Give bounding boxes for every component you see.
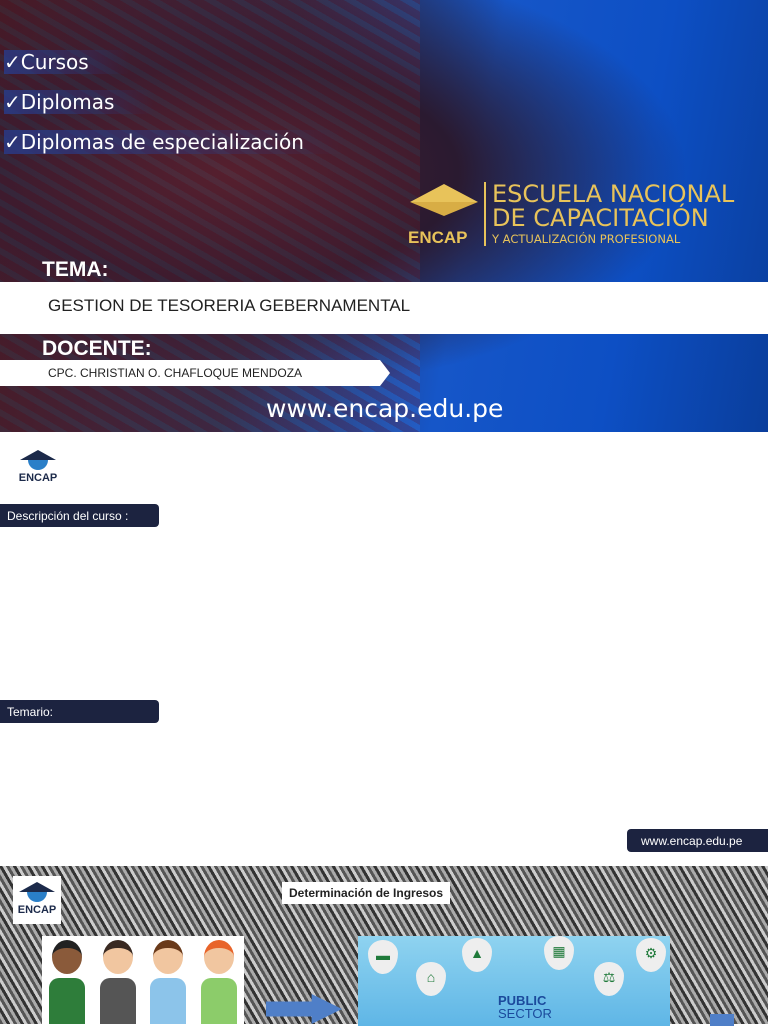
checklist-item-cursos: ✓Cursos [4,50,129,74]
logo-line-2: DE CAPACITACIÓN [492,204,709,233]
arrow-right-icon [266,994,342,1024]
graduation-cap-icon [20,450,56,472]
graduation-icon: ▲ [462,938,492,972]
encap-small-logo: ENCAP [16,450,60,484]
logo-line-1: ESCUELA NACIONAL [492,180,735,209]
tema-bar: GESTION DE TESORERIA GEBERNAMENTAL [0,282,768,334]
website-url-pill[interactable]: www.encap.edu.pe [627,829,768,852]
course-banner: ✓Cursos ✓Diplomas ✓Diplomas de especiali… [0,0,768,432]
arrow-right-icon [710,1014,734,1026]
checklist-item-diplomas: ✓Diplomas [4,90,155,114]
logo-line-3: Y ACTUALIZACIÓN PROFESIONAL [492,232,681,247]
checklist-item-especializacion: ✓Diplomas de especialización [4,130,344,154]
scales-icon: ⚖ [594,962,624,996]
building-icon: ▦ [544,936,574,970]
graduation-cap-icon: ENCAP [408,180,478,248]
gears-icon: ⚙ [636,938,666,972]
tema-label: TEMA: [42,258,109,281]
description-label: Descripción del curso : [0,504,159,527]
docente-name: CPC. CHRISTIAN O. CHAFLOQUE MENDOZA [48,366,303,380]
docente-label: DOCENTE: [42,337,152,360]
public-sector-illustration: ▬ ⌂ ▲ ▦ ⚖ ⚙ PUBLIC SECTOR [358,936,670,1026]
slide-title: Determinación de Ingresos [282,882,451,904]
docente-bar: CPC. CHRISTIAN O. CHAFLOQUE MENDOZA [0,360,390,386]
slide-determinacion-ingresos: ENCAP Determinación de Ingresos ▬ ⌂ ▲ ▦ … [0,866,768,1026]
website-url[interactable]: www.encap.edu.pe [266,394,503,423]
encap-small-logo: ENCAP [13,876,61,924]
people-illustration [42,936,244,1026]
graduation-cap-icon [19,882,55,904]
bus-icon: ▬ [368,940,398,974]
house-icon: ⌂ [416,962,446,996]
temario-label: Temario: [0,700,159,723]
encap-logo: ENCAP ESCUELA NACIONAL DE CAPACITACIÓN Y… [408,180,734,248]
course-title: GESTION DE TESORERIA GEBERNAMENTAL [48,296,411,315]
public-sector-label: PUBLIC SECTOR [498,993,552,1021]
